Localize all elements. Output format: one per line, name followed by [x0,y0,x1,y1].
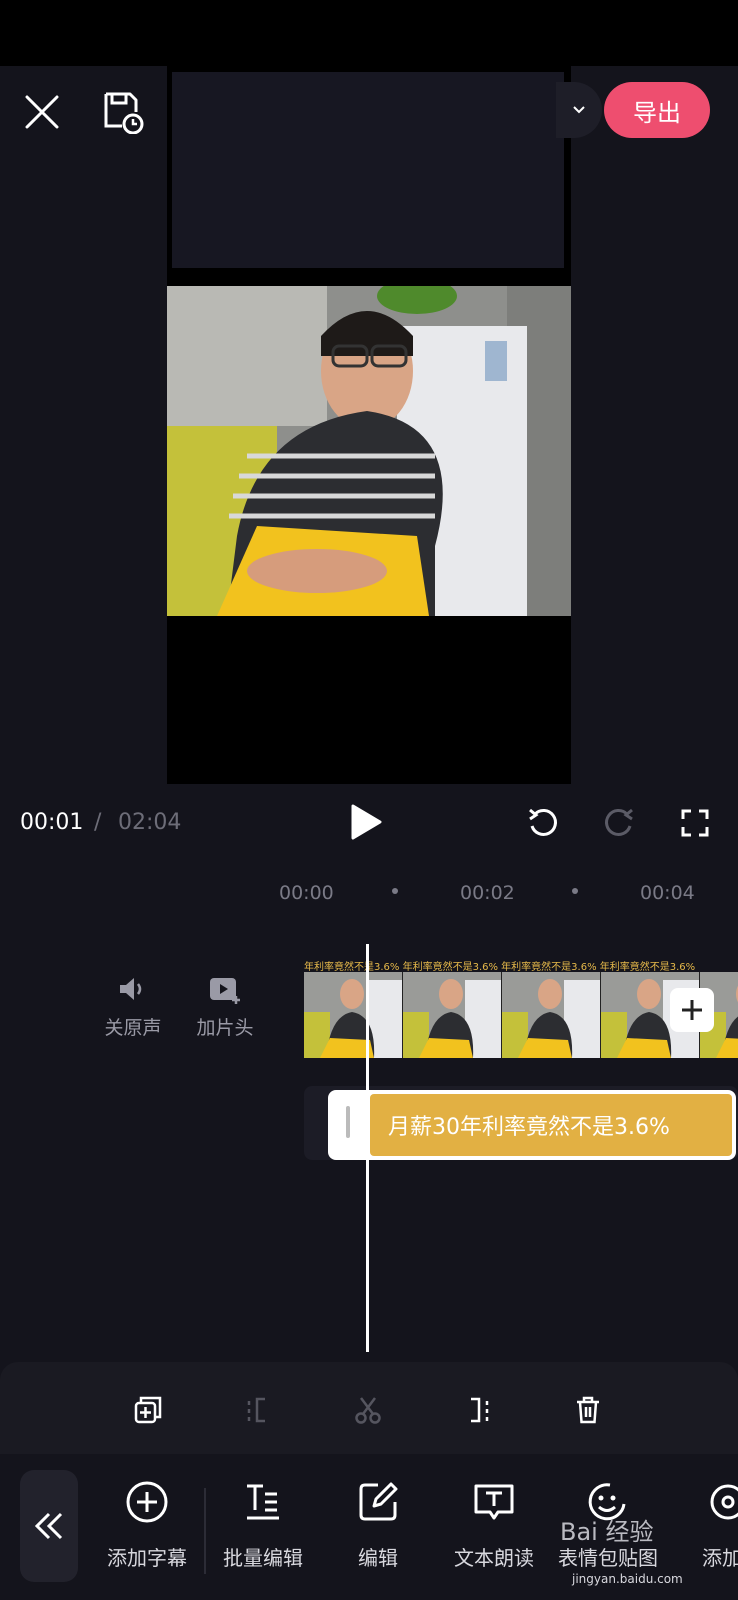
ruler-tick: 00:02 [460,882,515,904]
preview-top-panel [172,72,564,268]
close-icon[interactable] [20,90,64,134]
scissors-icon[interactable] [350,1392,386,1428]
ruler-tick: 00:00 [279,882,334,904]
trim-end-icon[interactable] [460,1392,496,1428]
fullscreen-icon[interactable] [676,804,714,842]
video-thumbnail [403,972,502,1058]
copy-icon[interactable] [130,1392,166,1428]
clip-trim-handle[interactable] [346,1106,350,1138]
batch-edit-icon [247,1484,279,1520]
edit-icon [359,1482,398,1521]
batch-edit-label: 批量编辑 [223,1546,303,1570]
ruler-tick: 00:04 [640,882,695,904]
video-frame [167,286,571,616]
add-subtitle-label: 添加字幕 [107,1546,187,1570]
mute-original-button[interactable]: 关原声 [98,976,168,1040]
add-clip-button[interactable] [670,988,714,1032]
time-separator: / [94,810,102,835]
add-icon [710,1484,738,1520]
toolbar-divider [204,1488,206,1574]
resolution-dropdown[interactable] [556,82,602,138]
collapse-button[interactable] [20,1470,78,1582]
speaker-icon [120,978,142,1000]
video-thumbnail [502,972,601,1058]
caption-preview-strip: 年利率竟然不是3.6% 年利率竟然不是3.6% 年利率竟然不是3.6% 年利率竟… [304,962,696,972]
save-draft-icon[interactable] [98,88,146,136]
plus-circle-icon [126,1481,168,1523]
status-bar [0,0,738,66]
ruler-dot [392,888,398,894]
edit-button[interactable]: 编辑 [322,1480,434,1571]
export-button[interactable]: 导出 [604,82,710,138]
add-subtitle-button[interactable]: 添加字幕 [91,1480,203,1571]
add-intro-button[interactable]: 加片头 [190,976,260,1040]
watermark-logo: Bai 经验 [560,1518,654,1546]
text-to-speech-icon [474,1484,514,1520]
intro-label: 加片头 [196,1017,254,1039]
trash-icon[interactable] [570,1392,606,1428]
video-plus-icon [210,978,240,1004]
add-button[interactable]: 添加 [666,1480,738,1571]
subtitle-text[interactable]: 月薪30年利率竟然不是3.6% [370,1094,732,1156]
edit-label: 编辑 [358,1546,398,1570]
current-time: 00:01 [20,810,84,835]
ruler-dot [572,888,578,894]
mute-label: 关原声 [104,1017,162,1039]
play-icon[interactable] [346,802,386,842]
video-thumbnail [304,972,403,1058]
chevron-down-icon [573,106,585,114]
watermark-url: jingyan.baidu.com [572,1572,683,1586]
undo-icon[interactable] [524,804,562,842]
trim-start-icon[interactable] [240,1392,276,1428]
text-to-speech-button[interactable]: 文本朗读 [438,1480,550,1571]
text-to-speech-label: 文本朗读 [454,1546,534,1570]
playhead[interactable] [366,944,369,1352]
double-chevron-left-icon [34,1512,63,1540]
plus-icon [682,1000,702,1020]
batch-edit-button[interactable]: 批量编辑 [207,1480,319,1571]
redo-icon[interactable] [600,804,638,842]
add-label: 添加 [702,1546,738,1570]
total-time: 02:04 [118,810,182,835]
